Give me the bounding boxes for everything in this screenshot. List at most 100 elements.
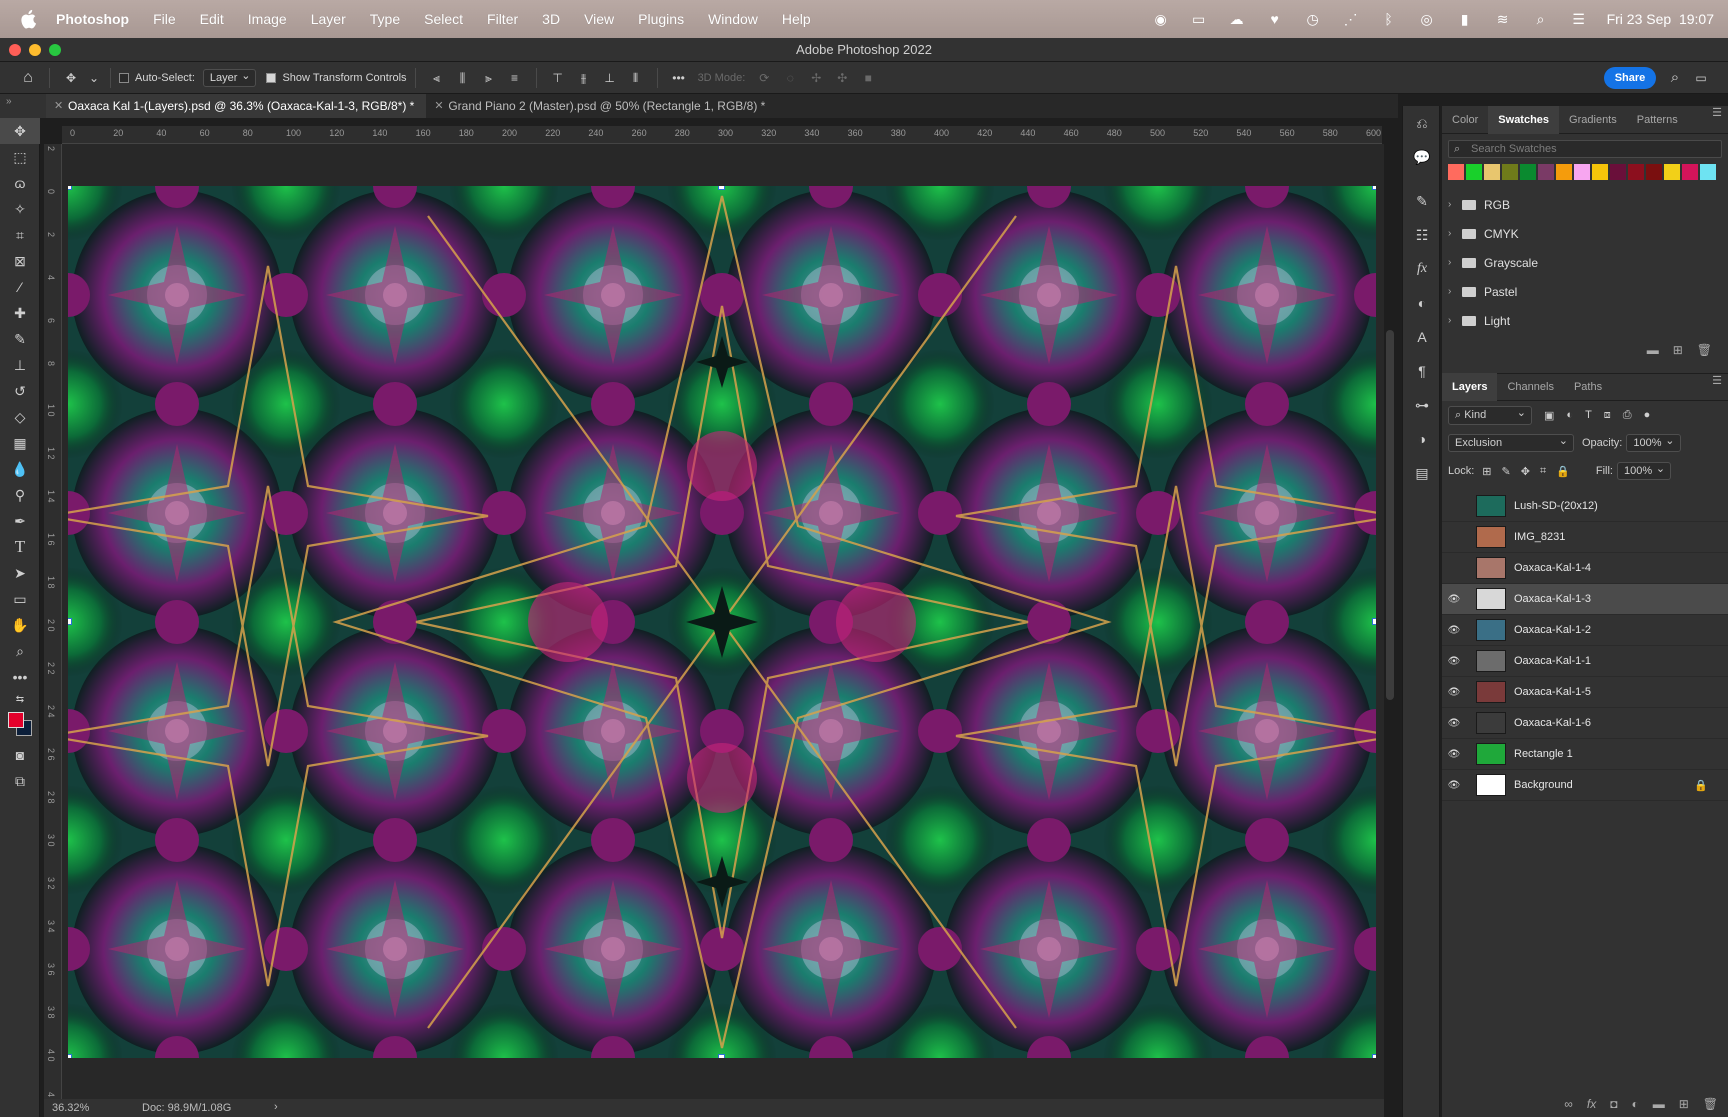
color-swatch[interactable] [1628, 164, 1644, 180]
history-brush-tool-icon[interactable]: ↺ [0, 378, 40, 404]
magic-wand-tool-icon[interactable]: ✧ [0, 196, 40, 222]
delete-icon[interactable]: 🗑 [1697, 343, 1712, 357]
zoom-tool-icon[interactable]: ⌕ [0, 638, 40, 664]
layer-row[interactable]: 👁 Rectangle 1 [1442, 739, 1728, 770]
align-horizontal-center-icon[interactable]: ⫼ [455, 71, 471, 85]
move-tool-icon[interactable]: ✥ [63, 71, 79, 85]
workspace-icon[interactable]: ▭ [1693, 71, 1709, 85]
visibility-eye-icon[interactable]: 👁 [1442, 718, 1466, 729]
lasso-tool-icon[interactable]: ɷ [0, 170, 40, 196]
minimize-window-button[interactable] [29, 44, 41, 56]
align-top-icon[interactable]: ⊤ [550, 71, 566, 85]
color-swatch[interactable] [1484, 164, 1500, 180]
layer-name[interactable]: Oaxaca-Kal-1-3 [1514, 593, 1591, 605]
delete-layer-icon[interactable]: 🗑 [1703, 1097, 1718, 1111]
default-colors-icon[interactable]: ⇆ [0, 690, 40, 708]
menu-select[interactable]: Select [424, 11, 463, 27]
character-icon[interactable]: A [1403, 320, 1441, 354]
close-tab-icon[interactable]: ✕ [54, 94, 63, 118]
align-left-icon[interactable]: ⫷ [429, 71, 445, 85]
opacity-input[interactable]: 100% [1626, 434, 1681, 452]
menu-edit[interactable]: Edit [200, 11, 224, 27]
layer-row[interactable]: 👁 Oaxaca-Kal-1-6 [1442, 708, 1728, 739]
align-bottom-icon[interactable]: ⊥ [602, 71, 618, 85]
panel-menu-icon[interactable]: ☰ [1712, 106, 1722, 119]
history-icon[interactable]: ⎌ [1403, 106, 1441, 140]
chevron-right-icon[interactable]: › [1448, 257, 1462, 268]
color-swatch[interactable] [1466, 164, 1482, 180]
transform-handle-bottom[interactable] [718, 1054, 725, 1058]
color-swatch[interactable] [1448, 164, 1464, 180]
add-mask-icon[interactable]: ◘ [1610, 1097, 1617, 1111]
bluetooth-icon[interactable]: ᛒ [1379, 11, 1399, 27]
spotlight-search-icon[interactable]: ⌕ [1531, 11, 1551, 27]
stamp-tool-icon[interactable]: ⊥ [0, 352, 40, 378]
new-group-icon[interactable]: ▬ [1653, 1097, 1665, 1111]
menu-photoshop[interactable]: Photoshop [56, 11, 129, 27]
menu-3d[interactable]: 3D [542, 11, 560, 27]
transform-handle-left[interactable] [68, 618, 72, 625]
edit-toolbar-icon[interactable]: ••• [0, 664, 40, 690]
color-picker[interactable] [0, 708, 40, 742]
creative-cloud-icon[interactable]: ◉ [1151, 11, 1171, 27]
color-swatch[interactable] [1592, 164, 1608, 180]
layer-row[interactable]: 👁 Background 🔒 [1442, 770, 1728, 801]
libraries-icon[interactable]: ▤ [1403, 456, 1441, 490]
hand-tool-icon[interactable]: ✋ [0, 612, 40, 638]
menubar-clock[interactable]: Fri 23 Sep 19:07 [1607, 11, 1714, 27]
more-options-icon[interactable]: ••• [671, 71, 687, 85]
tab-grand-piano[interactable]: ✕ Grand Piano 2 (Master).psd @ 50% (Rect… [426, 94, 777, 118]
color-swatch[interactable] [1574, 164, 1590, 180]
tab-paths[interactable]: Paths [1564, 373, 1612, 401]
blend-mode-dropdown[interactable]: Exclusion [1448, 434, 1574, 452]
dodge-tool-icon[interactable]: ⚲ [0, 482, 40, 508]
layer-row[interactable]: 👁 Oaxaca-Kal-1-1 [1442, 646, 1728, 677]
healing-brush-tool-icon[interactable]: ✚ [0, 300, 40, 326]
brush-tool-icon[interactable]: ✎ [0, 326, 40, 352]
tab-patterns[interactable]: Patterns [1627, 106, 1688, 134]
filter-smart-object-icon[interactable]: ⎙ [1623, 409, 1632, 422]
layer-row[interactable]: Oaxaca-Kal-1-4 [1442, 553, 1728, 584]
styles-icon[interactable]: fx [1403, 252, 1441, 286]
tab-layers[interactable]: Layers [1442, 373, 1498, 401]
visibility-eye-icon[interactable]: 👁 [1442, 656, 1466, 667]
menu-file[interactable]: File [153, 11, 176, 27]
time-machine-icon[interactable]: ◷ [1303, 11, 1323, 27]
frame-tool-icon[interactable]: ⊠ [0, 248, 40, 274]
tab-color[interactable]: Color [1442, 106, 1488, 134]
layer-name[interactable]: Oaxaca-Kal-1-1 [1514, 655, 1591, 667]
distribute-horizontal-icon[interactable]: ⦀ [628, 71, 644, 85]
transform-handle-top-right[interactable] [1372, 186, 1376, 190]
menu-filter[interactable]: Filter [487, 11, 518, 27]
chevron-right-icon[interactable]: › [1448, 315, 1462, 326]
airdrop-icon[interactable]: ◎ [1417, 11, 1437, 27]
close-tab-icon[interactable]: ✕ [434, 94, 443, 118]
filter-pixel-icon[interactable]: ▣ [1544, 409, 1554, 422]
new-layer-icon[interactable]: ⊞ [1679, 1097, 1689, 1111]
layer-row[interactable]: Lush-SD-(20x12) [1442, 491, 1728, 522]
layer-name[interactable]: Background [1514, 779, 1573, 791]
pin-icon[interactable]: ♥ [1265, 11, 1285, 27]
transform-handle-bottom-left[interactable] [68, 1054, 72, 1058]
menu-view[interactable]: View [584, 11, 614, 27]
screen-mode-icon[interactable]: ⧉ [0, 768, 40, 794]
color-swatch[interactable] [1502, 164, 1518, 180]
layer-style-icon[interactable]: fx [1587, 1097, 1596, 1111]
chevron-right-icon[interactable]: › [1448, 199, 1462, 210]
blur-tool-icon[interactable]: 💧 [0, 456, 40, 482]
tab-oaxaca[interactable]: ✕ Oaxaca Kal 1-(Layers).psd @ 36.3% (Oax… [46, 94, 427, 118]
visibility-eye-icon[interactable]: 👁 [1442, 594, 1466, 605]
apple-icon[interactable] [18, 8, 40, 30]
battery-icon[interactable]: ▮ [1455, 11, 1475, 27]
close-window-button[interactable] [9, 44, 21, 56]
search-swatches-input[interactable]: ⌕ Search Swatches [1448, 140, 1722, 158]
home-icon[interactable]: ⌂ [20, 69, 36, 85]
align-right-icon[interactable]: ⫸ [481, 71, 497, 85]
color-swatch[interactable] [1610, 164, 1626, 180]
share-button[interactable]: Share [1604, 67, 1656, 89]
display-icon[interactable]: ▭ [1189, 11, 1209, 27]
filter-adjustment-icon[interactable]: ◐ [1566, 409, 1573, 421]
navigator-icon[interactable]: ◑ [1403, 422, 1441, 456]
menu-layer[interactable]: Layer [311, 11, 346, 27]
layer-filter-kind-dropdown[interactable]: ⌕ Kind [1448, 405, 1532, 425]
